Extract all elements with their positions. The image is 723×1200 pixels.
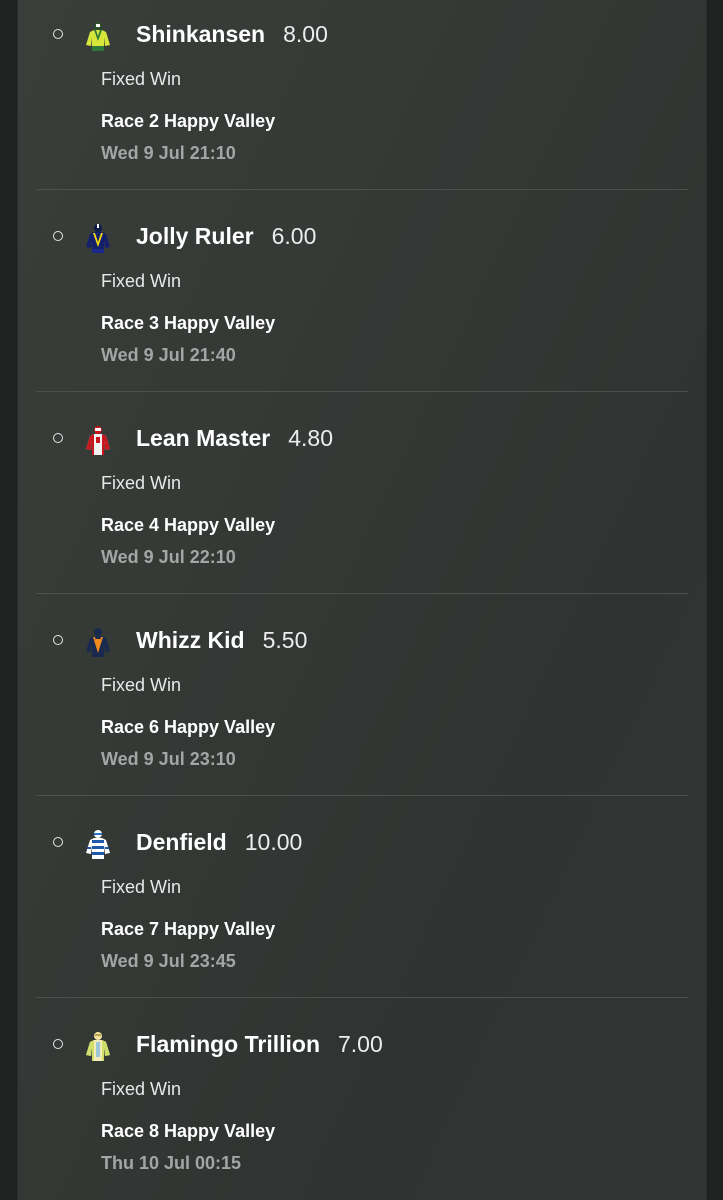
odds: 4.80 xyxy=(288,425,333,451)
race-time: Wed 9 Jul 23:45 xyxy=(101,951,236,971)
bet-item: Shinkansen 8.00 Fixed Win Race 2 Happy V… xyxy=(36,0,688,190)
selection-title: Lean Master 4.80 xyxy=(136,425,333,452)
bet-type: Fixed Win xyxy=(101,877,182,897)
race-name: Race 7 Happy Valley xyxy=(101,919,276,939)
race-time: Wed 9 Jul 23:10 xyxy=(101,749,236,769)
radio-button[interactable] xyxy=(53,231,63,241)
jockey-silk-navy-yellow-icon xyxy=(86,224,110,253)
race-name: Race 2 Happy Valley xyxy=(101,111,276,131)
race-time: Thu 10 Jul 00:15 xyxy=(101,1153,242,1173)
radio-button[interactable] xyxy=(53,837,63,847)
selection-title: Flamingo Trillion 7.00 xyxy=(136,1031,383,1058)
jockey-silk-blue-white-hoops-icon xyxy=(86,830,110,859)
bet-item: Lean Master 4.80 Fixed Win Race 4 Happy … xyxy=(36,391,688,594)
bet-item: Whizz Kid 5.50 Fixed Win Race 6 Happy Va… xyxy=(36,593,688,796)
race-name: Race 8 Happy Valley xyxy=(101,1121,276,1141)
race-name: Race 6 Happy Valley xyxy=(101,717,276,737)
odds: 5.50 xyxy=(262,627,308,653)
jockey-silk-red-white-icon xyxy=(86,426,110,455)
horse-name: Shinkansen xyxy=(136,21,266,47)
bet-type: Fixed Win xyxy=(101,1079,182,1099)
radio-button[interactable] xyxy=(53,433,63,443)
horse-name: Denfield xyxy=(136,829,227,855)
selection-title: Shinkansen 8.00 xyxy=(136,21,328,48)
bet-type: Fixed Win xyxy=(101,69,182,89)
selection-title: Denfield 10.00 xyxy=(136,829,302,856)
bet-selection-list: Shinkansen 8.00 Fixed Win Race 2 Happy V… xyxy=(17,0,707,1200)
odds: 6.00 xyxy=(271,223,317,249)
race-time: Wed 9 Jul 21:40 xyxy=(101,345,236,365)
bet-item: Denfield 10.00 Fixed Win Race 7 Happy Va… xyxy=(36,795,688,998)
jockey-silk-navy-orange-icon xyxy=(86,628,110,657)
screen: Shinkansen 8.00 Fixed Win Race 2 Happy V… xyxy=(0,0,723,1200)
horse-name: Lean Master xyxy=(136,425,271,451)
bet-type: Fixed Win xyxy=(101,675,182,695)
jockey-silk-yellow-white-icon xyxy=(86,1032,110,1061)
horse-name: Whizz Kid xyxy=(136,627,245,653)
odds: 10.00 xyxy=(244,829,303,855)
bet-item: Flamingo Trillion 7.00 Fixed Win Race 8 … xyxy=(36,997,688,1199)
bet-type: Fixed Win xyxy=(101,473,182,493)
radio-button[interactable] xyxy=(53,29,63,39)
radio-button[interactable] xyxy=(53,1039,63,1049)
race-time: Wed 9 Jul 21:10 xyxy=(101,143,236,163)
race-name: Race 4 Happy Valley xyxy=(101,515,276,535)
radio-button[interactable] xyxy=(53,635,63,645)
race-time: Wed 9 Jul 22:10 xyxy=(101,547,236,567)
odds: 7.00 xyxy=(338,1031,383,1057)
horse-name: Flamingo Trillion xyxy=(136,1031,320,1057)
odds: 8.00 xyxy=(283,21,328,47)
selection-title: Jolly Ruler 6.00 xyxy=(136,223,316,250)
selection-title: Whizz Kid 5.50 xyxy=(136,627,307,654)
horse-name: Jolly Ruler xyxy=(136,223,254,249)
bet-item: Jolly Ruler 6.00 Fixed Win Race 3 Happy … xyxy=(36,189,688,392)
bet-type: Fixed Win xyxy=(101,271,182,291)
jockey-silk-yellow-green-icon xyxy=(86,22,110,51)
race-name: Race 3 Happy Valley xyxy=(101,313,276,333)
